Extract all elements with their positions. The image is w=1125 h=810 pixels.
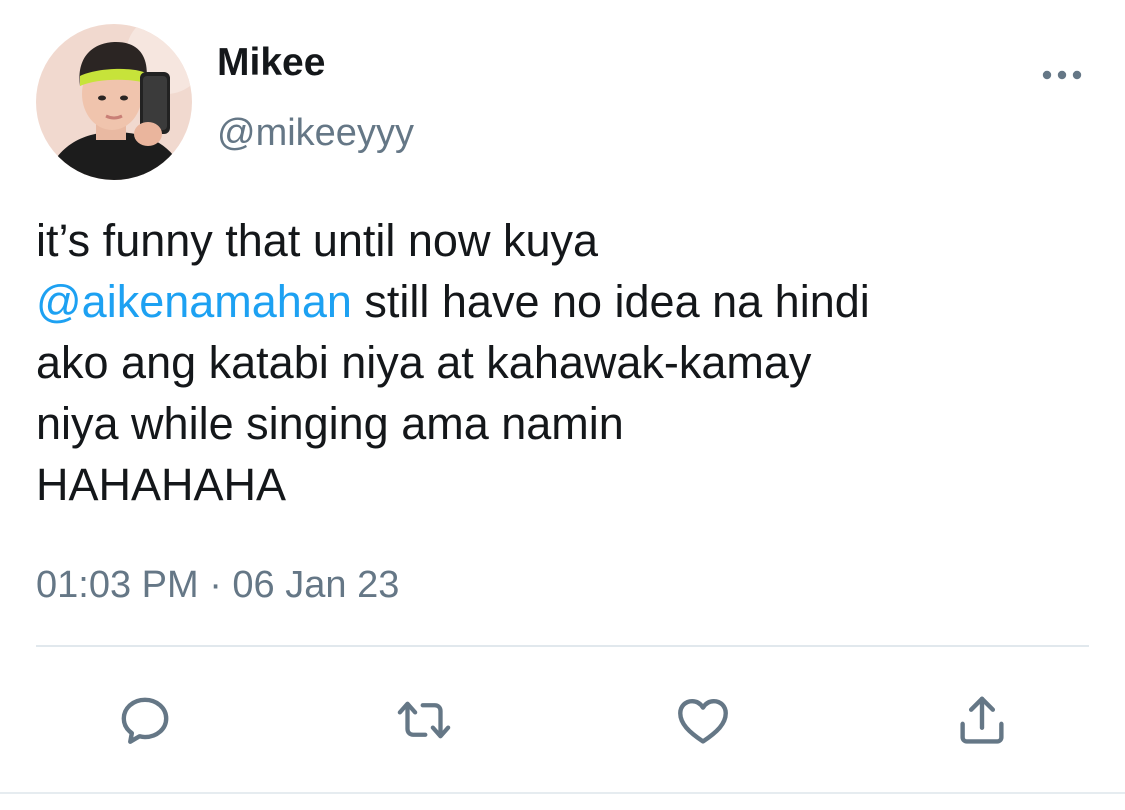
share-icon [960,696,1004,744]
divider [36,645,1089,647]
avatar[interactable] [36,24,192,180]
retweet-icon [397,701,451,739]
heart-icon [678,698,728,744]
tweet-text-line: ako ang katabi niya at kahawak-kamay [36,337,812,388]
action-bar [0,685,1125,755]
display-name[interactable]: Mikee [217,40,325,86]
reply-icon [121,697,169,744]
tweet-text-line: it’s funny that until now kuya [36,215,598,266]
tweet-text-line: @aikenamahan still have no idea na hindi [36,271,1096,332]
tweet-text-line: niya while singing ama namin [36,398,624,449]
tweet-timestamp[interactable]: 01:03 PM · 06 Jan 23 [36,562,399,608]
mention-link[interactable]: @aikenamahan [36,276,352,327]
bottom-divider [0,792,1125,794]
tweet-text-line: HAHAHAHA [36,459,287,510]
retweet-button[interactable] [389,685,459,755]
avatar-image [36,24,192,180]
more-dots-icon [1042,70,1082,80]
share-button[interactable] [947,685,1017,755]
user-handle[interactable]: @mikeeyyy [217,110,414,156]
like-button[interactable] [668,685,738,755]
tweet-text: it’s funny that until now kuya @aikenama… [36,210,1096,515]
more-options-button[interactable] [1036,58,1088,92]
reply-button[interactable] [110,685,180,755]
tweet-text-segment: still have no idea na hindi [351,276,870,327]
